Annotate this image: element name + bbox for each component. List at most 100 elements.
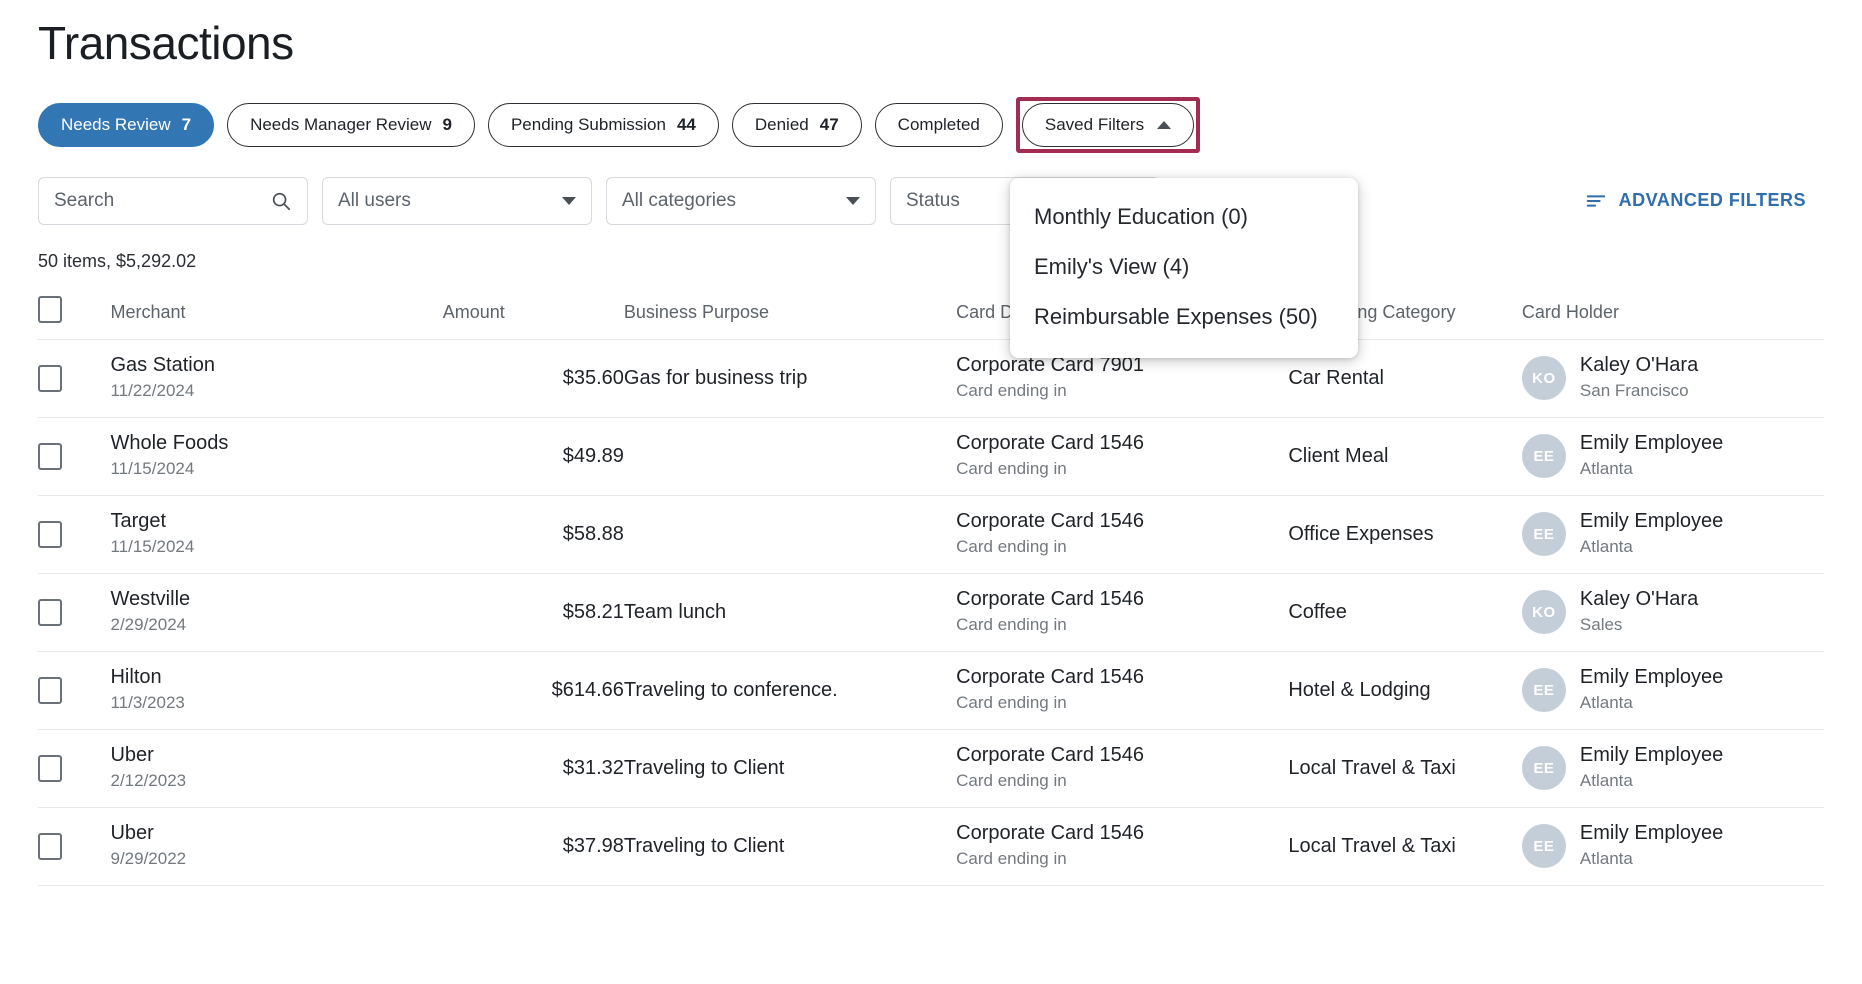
avatar: EE	[1521, 434, 1566, 479]
card-name: Corporate Card 1546	[956, 432, 1145, 455]
status-chip-denied[interactable]: Denied 47	[731, 102, 862, 147]
merchant-cell: Gas Station 11/22/2024	[110, 339, 442, 417]
table-row[interactable]: Whole Foods 11/15/2024 $49.89 Corporate Car…	[38, 417, 1824, 495]
column-header-merchant[interactable]: Merchant	[110, 296, 442, 340]
filter-row: Search All users All categories Status A…	[38, 176, 1824, 225]
card-holder-location: Atlanta	[1579, 459, 1633, 479]
avatar: EE	[1521, 668, 1566, 713]
row-checkbox[interactable]	[38, 442, 62, 470]
row-checkbox[interactable]	[38, 676, 62, 704]
items-summary: 50 items, $5,292.02	[38, 250, 197, 271]
row-select-cell	[38, 339, 110, 417]
saved-filter-option[interactable]: Monthly Education (0)	[1010, 192, 1358, 242]
search-placeholder: Search	[54, 189, 115, 211]
status-chip-needs-review[interactable]: Needs Review 7	[38, 102, 215, 147]
page-title: Transactions	[38, 17, 294, 69]
column-header-business-purpose[interactable]: Business Purpose	[624, 296, 956, 340]
select-all-checkbox[interactable]	[38, 295, 62, 323]
chevron-down-icon	[562, 196, 576, 205]
business-purpose-cell	[624, 495, 956, 573]
saved-filters-highlight: Saved Filters	[1015, 96, 1201, 153]
accounting-category-cell: Coffee	[1288, 600, 1347, 623]
card-holder-location: Atlanta	[1579, 849, 1633, 869]
transaction-date: 11/15/2024	[110, 459, 195, 479]
avatar: EE	[1521, 746, 1566, 791]
merchant-cell: Whole Foods 11/15/2024	[110, 417, 442, 495]
card-details-cell: Corporate Card 1546 Card ending in	[956, 417, 1288, 495]
amount-cell: $614.66	[551, 678, 624, 701]
merchant-cell: Uber 9/29/2022	[110, 807, 442, 885]
saved-filter-option[interactable]: Emily's View (4)	[1010, 242, 1358, 292]
card-holder-name: Emily Employee	[1579, 744, 1724, 767]
card-holder-location: Sales	[1579, 615, 1623, 635]
row-checkbox[interactable]	[38, 520, 62, 548]
all-users-select[interactable]: All users	[322, 176, 592, 225]
row-checkbox[interactable]	[38, 364, 62, 392]
search-input[interactable]: Search	[38, 176, 308, 225]
search-icon	[272, 192, 291, 210]
accounting-category-cell: Client Meal	[1288, 444, 1389, 467]
business-purpose-cell: Team lunch	[623, 600, 727, 623]
select-all-header	[38, 295, 110, 340]
row-checkbox[interactable]	[38, 754, 62, 782]
saved-filters-button[interactable]: Saved Filters	[1021, 102, 1195, 147]
table-row[interactable]: Uber 9/29/2022 $37.98 Traveling to Client Co…	[38, 807, 1824, 886]
column-header-card-holder[interactable]: Card Holder	[1522, 296, 1824, 340]
table-row[interactable]: Westville 2/29/2024 $58.21 Team lunch Corpor…	[38, 573, 1824, 651]
amount-cell: $58.21	[562, 600, 624, 623]
card-name: Corporate Card 1546	[956, 744, 1145, 767]
merchant-cell: Target 11/15/2024	[110, 495, 442, 573]
card-holder-cell: EE Emily Employee Atlanta	[1521, 417, 1824, 495]
row-select-cell	[38, 495, 110, 573]
all-categories-select[interactable]: All categories	[606, 176, 876, 225]
row-checkbox[interactable]	[38, 598, 62, 626]
saved-filters-dropdown: Monthly Education (0) Emily's View (4) Rei…	[1010, 178, 1358, 358]
card-ending-label: Card ending in	[956, 693, 1067, 713]
transaction-date: 11/15/2024	[110, 537, 195, 557]
merchant-cell: Hilton 11/3/2023	[110, 651, 442, 729]
card-holder-location: San Francisco	[1579, 381, 1689, 401]
avatar: EE	[1521, 512, 1566, 557]
advanced-filters-button[interactable]: ADVANCED FILTERS	[1567, 177, 1824, 225]
amount-cell: $58.88	[562, 522, 624, 545]
table-row[interactable]: Hilton 11/3/2023 $614.66 Traveling to confe…	[38, 651, 1824, 729]
card-holder-name: Kaley O'Hara	[1579, 354, 1699, 377]
business-purpose-cell: Gas for business trip	[623, 366, 808, 389]
row-select-cell	[38, 729, 110, 807]
row-select-cell	[38, 417, 110, 495]
status-chip-needs-manager-review[interactable]: Needs Manager Review 9	[227, 102, 475, 147]
card-holder-cell: EE Emily Employee Atlanta	[1521, 651, 1824, 729]
table-row[interactable]: Gas Station 11/22/2024 $35.60 Gas for busin…	[38, 339, 1824, 417]
status-chip-pending-submission[interactable]: Pending Submission 44	[487, 102, 719, 147]
card-holder-location: Atlanta	[1579, 693, 1633, 713]
card-holder-cell: EE Emily Employee Atlanta	[1521, 729, 1824, 807]
transaction-date: 11/3/2023	[110, 693, 185, 713]
saved-filter-option[interactable]: Reimbursable Expenses (50)	[1010, 292, 1358, 342]
card-holder-cell: KO Kaley O'Hara Sales	[1521, 573, 1824, 651]
amount-cell: $37.98	[562, 834, 624, 857]
status-chip-count: 9	[442, 114, 452, 134]
all-users-value: All users	[338, 189, 411, 211]
row-checkbox[interactable]	[38, 832, 62, 860]
transactions-table: Merchant Amount Business Purpose Card De…	[38, 295, 1824, 886]
status-chip-label: Denied	[754, 114, 809, 134]
transaction-date: 2/12/2023	[110, 771, 187, 791]
table-body: Gas Station 11/22/2024 $35.60 Gas for busin…	[38, 339, 1824, 886]
card-name: Corporate Card 1546	[956, 822, 1145, 845]
status-chip-label: Needs Manager Review	[250, 114, 432, 134]
filter-icon	[1586, 195, 1605, 207]
table-row[interactable]: Uber 2/12/2023 $31.32 Traveling to Client Co…	[38, 729, 1824, 807]
table-row[interactable]: Target 11/15/2024 $58.88 Corporate Card 154…	[38, 495, 1824, 573]
card-holder-name: Kaley O'Hara	[1579, 588, 1699, 611]
status-chip-completed[interactable]: Completed	[874, 102, 1003, 147]
column-header-amount[interactable]: Amount	[443, 296, 624, 340]
table-header: Merchant Amount Business Purpose Card De…	[38, 295, 1824, 340]
accounting-category-cell: Local Travel & Taxi	[1288, 756, 1456, 779]
card-name: Corporate Card 1546	[956, 588, 1145, 611]
merchant-name: Gas Station	[110, 354, 215, 377]
merchant-name: Target	[110, 510, 167, 533]
card-holder-location: Atlanta	[1579, 537, 1633, 557]
card-holder-cell: KO Kaley O'Hara San Francisco	[1521, 339, 1824, 417]
card-ending-label: Card ending in	[956, 771, 1067, 791]
merchant-name: Uber	[110, 744, 154, 767]
